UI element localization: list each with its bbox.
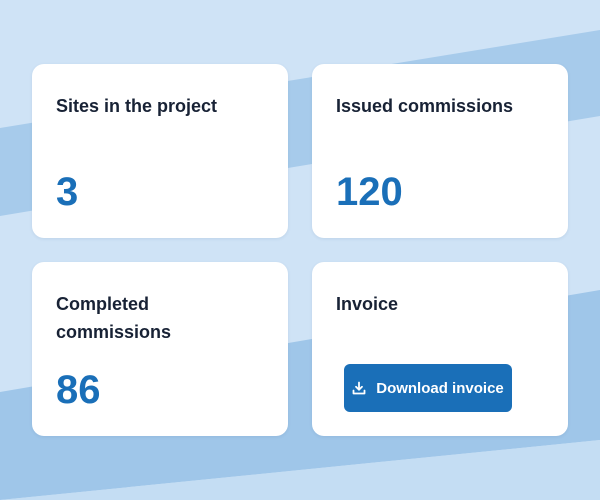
completed-commissions-card: Completed commissions 86	[32, 262, 288, 436]
issued-commissions-title: Issued commissions	[336, 96, 514, 116]
invoice-card: Invoice Download invoice	[312, 262, 568, 436]
invoice-title: Invoice	[336, 294, 399, 314]
sites-card: Sites in the project 3	[32, 64, 288, 238]
stats-grid: Sites in the project 3 Issued commission…	[32, 64, 568, 436]
sites-count: 3	[56, 170, 79, 214]
download-icon	[352, 381, 366, 395]
issued-commissions-card: Issued commissions 120	[312, 64, 568, 238]
sites-card-title: Sites in the project	[56, 96, 218, 116]
completed-commissions-count: 86	[56, 368, 101, 412]
completed-commissions-title: Completed commissions	[56, 294, 172, 342]
download-invoice-button[interactable]: Download invoice	[344, 364, 512, 412]
issued-commissions-count: 120	[336, 170, 403, 214]
download-invoice-label: Download invoice	[376, 379, 504, 397]
